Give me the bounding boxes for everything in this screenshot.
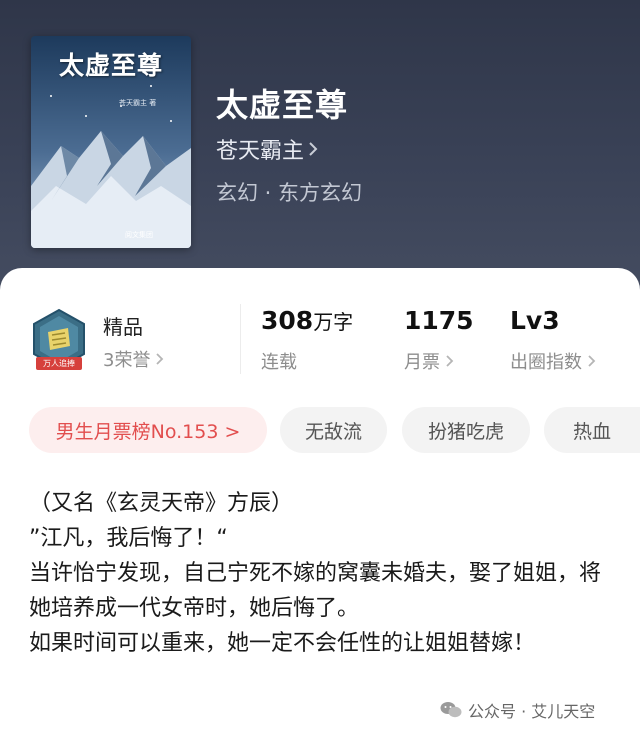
chevron-right-icon <box>156 353 164 365</box>
author-name: 苍天霸主 <box>216 139 305 164</box>
description-line: ”江凡，我后悔了！“ <box>29 526 228 551</box>
honors-link[interactable]: 3荣誉 <box>103 346 168 372</box>
popularity-index-label: 出圈指数 <box>510 352 582 373</box>
word-count-unit: 万字 <box>313 310 354 334</box>
author-link[interactable]: 苍天霸主 <box>216 133 322 165</box>
word-count-value: 308 <box>261 306 314 335</box>
tag-underdog[interactable]: 扮猪吃虎 <box>402 407 530 453</box>
chevron-right-icon <box>588 355 596 367</box>
cover-author: 苍天霸主 著 <box>119 99 157 107</box>
book-description[interactable]: （又名《玄灵天帝》方辰） ”江凡，我后悔了！“ 当许怡宁发现，自己宁死不嫁的窝囊… <box>29 486 619 661</box>
book-header: 太虚至尊 苍天霸主 著 阅文集团 太虚至尊 苍天霸主 玄幻 · 东方玄幻 <box>0 0 640 300</box>
cover-title: 太虚至尊 <box>58 51 163 80</box>
honors-count: 3荣誉 <box>103 350 151 371</box>
book-info-card: 万人追捧 精品 3荣誉 308万字 连载 1175 月票 Lv3 出圈指数 男生… <box>0 268 640 737</box>
chevron-right-icon <box>309 142 318 156</box>
monthly-tickets-value: 1175 <box>404 306 474 335</box>
rank-tag[interactable]: 男生月票榜No.153 > <box>29 407 267 453</box>
watermark: 公众号 · 艾儿天空 <box>440 698 595 722</box>
tag-invincible[interactable]: 无敌流 <box>280 407 387 453</box>
book-genre[interactable]: 玄幻 · 东方玄幻 <box>216 177 362 207</box>
monthly-tickets-label: 月票 <box>404 352 440 373</box>
description-line: 如果时间可以重来，她一定不会任性的让姐姐替嫁！ <box>29 631 536 656</box>
word-count: 308万字 <box>261 306 353 335</box>
description-line: （又名《玄灵天帝》方辰） <box>29 491 294 516</box>
book-title: 太虚至尊 <box>216 86 349 124</box>
serial-status: 连载 <box>261 352 297 373</box>
popularity-index-link[interactable]: 出圈指数 <box>510 348 600 374</box>
monthly-tickets-link[interactable]: 月票 <box>404 348 458 374</box>
chevron-right-icon <box>446 355 454 367</box>
popularity-index-value: Lv3 <box>510 306 560 335</box>
watermark-text: 公众号 · 艾儿天空 <box>468 702 596 721</box>
quality-badge-icon[interactable]: 万人追捧 <box>30 308 88 378</box>
quality-label: 精品 <box>103 315 143 339</box>
book-cover[interactable]: 太虚至尊 苍天霸主 著 阅文集团 <box>31 36 191 248</box>
cover-publisher: 阅文集团 <box>125 231 153 239</box>
description-line: 当许怡宁发现，自己宁死不嫁的窝囊未婚夫，娶了姐姐，将她培养成一代女帝时，她后悔了… <box>29 561 602 621</box>
wechat-icon <box>440 702 462 718</box>
badge-text: 万人追捧 <box>43 359 75 368</box>
divider <box>240 304 241 374</box>
tag-passion[interactable]: 热血 <box>544 407 640 453</box>
